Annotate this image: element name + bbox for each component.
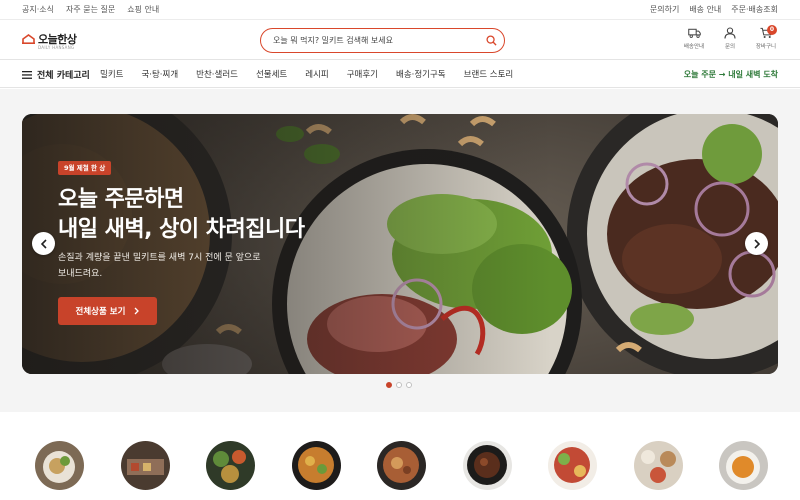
category-image — [35, 441, 84, 490]
notice-link[interactable]: 공지·소식 — [22, 4, 54, 15]
category-thumbnail[interactable] — [633, 441, 683, 490]
user-icon — [724, 27, 736, 39]
category-image — [206, 441, 255, 490]
category-thumbnail[interactable] — [35, 441, 84, 490]
contact-link[interactable]: 문의하기 — [650, 4, 679, 15]
shopping-guide-link[interactable]: 쇼핑 안내 — [127, 4, 159, 15]
nav-item-mealkit[interactable]: 밀키트 — [100, 68, 123, 80]
delivery-info-button[interactable]: 배송안내 — [682, 27, 706, 55]
all-categories-button[interactable]: 전체 카테고리 — [22, 68, 90, 81]
all-categories-label: 전체 카테고리 — [37, 71, 90, 81]
nav-item-gift[interactable]: 선물세트 — [256, 68, 287, 80]
site-header: 오늘한상 DAILY HANSANG 배송안내 문의 — [0, 20, 800, 60]
carousel-next-button[interactable] — [745, 232, 768, 255]
carousel-pagination — [386, 382, 412, 388]
category-thumbnail[interactable] — [462, 441, 512, 490]
category-image — [291, 441, 341, 490]
category-thumbnail[interactable] — [291, 441, 341, 490]
inquiry-label: 문의 — [724, 44, 736, 50]
category-image — [719, 441, 768, 490]
logo-tagline: DAILY HANSANG — [38, 45, 75, 50]
search-input[interactable] — [273, 34, 473, 47]
order-tracking-link[interactable]: 주문·배송조회 — [731, 4, 778, 15]
category-image — [377, 441, 426, 490]
house-icon — [22, 34, 35, 44]
nav-item-reviews[interactable]: 구매후기 — [347, 68, 378, 80]
carousel-dot-1[interactable] — [386, 382, 392, 388]
nav-item-recipe[interactable]: 레시피 — [305, 68, 328, 80]
search-icon[interactable] — [486, 35, 497, 46]
category-image — [548, 441, 597, 490]
hero-description-line2: 보내드려요. — [58, 269, 103, 279]
delivery-info-label: 배송안내 — [683, 44, 705, 50]
category-thumbnail[interactable] — [206, 441, 255, 490]
category-thumbnail[interactable] — [120, 441, 170, 490]
carousel-dot-2[interactable] — [396, 382, 402, 388]
hero-banner[interactable]: 9월 제철 한 상 오늘 주문하면 내일 새벽, 상이 차려집니다 손질과 계량… — [22, 114, 778, 374]
main-nav: 전체 카테고리 밀키트 국·탕·찌개 반찬·샐러드 선물세트 레시피 구매후기 … — [0, 60, 800, 88]
inquiry-button[interactable]: 문의 — [718, 27, 742, 55]
hero-description-line1: 손질과 계량을 끝낸 밀키트를 새벽 7시 전에 문 앞으로 — [58, 253, 261, 263]
category-thumbnail[interactable] — [548, 441, 597, 490]
chevron-right-icon — [753, 238, 760, 249]
category-thumbnail[interactable] — [377, 441, 426, 490]
utility-bar: 공지·소식 자주 묻는 질문 쇼핑 안내 문의하기 배송 안내 주문·배송조회 — [0, 0, 800, 20]
delivery-promo: 오늘 주문 → 내일 새벽 도착 — [683, 70, 778, 79]
hero-description: 손질과 계량을 끝낸 밀키트를 새벽 7시 전에 문 앞으로 보내드려요. — [58, 250, 261, 282]
chevron-right-icon — [134, 307, 140, 315]
category-shortcuts — [35, 441, 768, 490]
cart-button[interactable]: 0 장바구니 — [754, 25, 778, 55]
nav-item-subscription[interactable]: 배송·정기구독 — [396, 68, 446, 80]
cta-label: 전체상품 보기 — [75, 307, 126, 317]
chevron-left-icon — [40, 238, 47, 249]
logo[interactable]: 오늘한상 DAILY HANSANG — [22, 30, 82, 52]
category-image — [120, 441, 170, 490]
season-tag: 9월 제철 한 상 — [58, 161, 112, 175]
carousel-dot-3[interactable] — [406, 382, 412, 388]
search-box — [260, 28, 505, 53]
cart-label: 장바구니 — [755, 44, 777, 50]
hamburger-icon — [22, 70, 32, 79]
category-image — [633, 441, 683, 490]
carousel-prev-button[interactable] — [32, 232, 55, 255]
view-all-products-button[interactable]: 전체상품 보기 — [58, 297, 157, 325]
delivery-info-link[interactable]: 배송 안내 — [689, 4, 721, 15]
hero-headline-line2: 내일 새벽, 상이 차려집니다 — [58, 217, 305, 242]
truck-icon — [687, 28, 701, 38]
nav-item-soup[interactable]: 국·탕·찌개 — [141, 68, 178, 80]
faq-link[interactable]: 자주 묻는 질문 — [66, 4, 115, 15]
category-thumbnail[interactable] — [719, 441, 768, 490]
cart-count-badge: 0 — [767, 25, 777, 35]
hero-headline: 오늘 주문하면 내일 새벽, 상이 차려집니다 — [58, 185, 305, 245]
hero-headline-line1: 오늘 주문하면 — [58, 187, 184, 212]
category-image — [462, 441, 512, 490]
nav-item-brand-story[interactable]: 브랜드 스토리 — [464, 68, 514, 80]
nav-item-sides[interactable]: 반찬·샐러드 — [196, 68, 238, 80]
